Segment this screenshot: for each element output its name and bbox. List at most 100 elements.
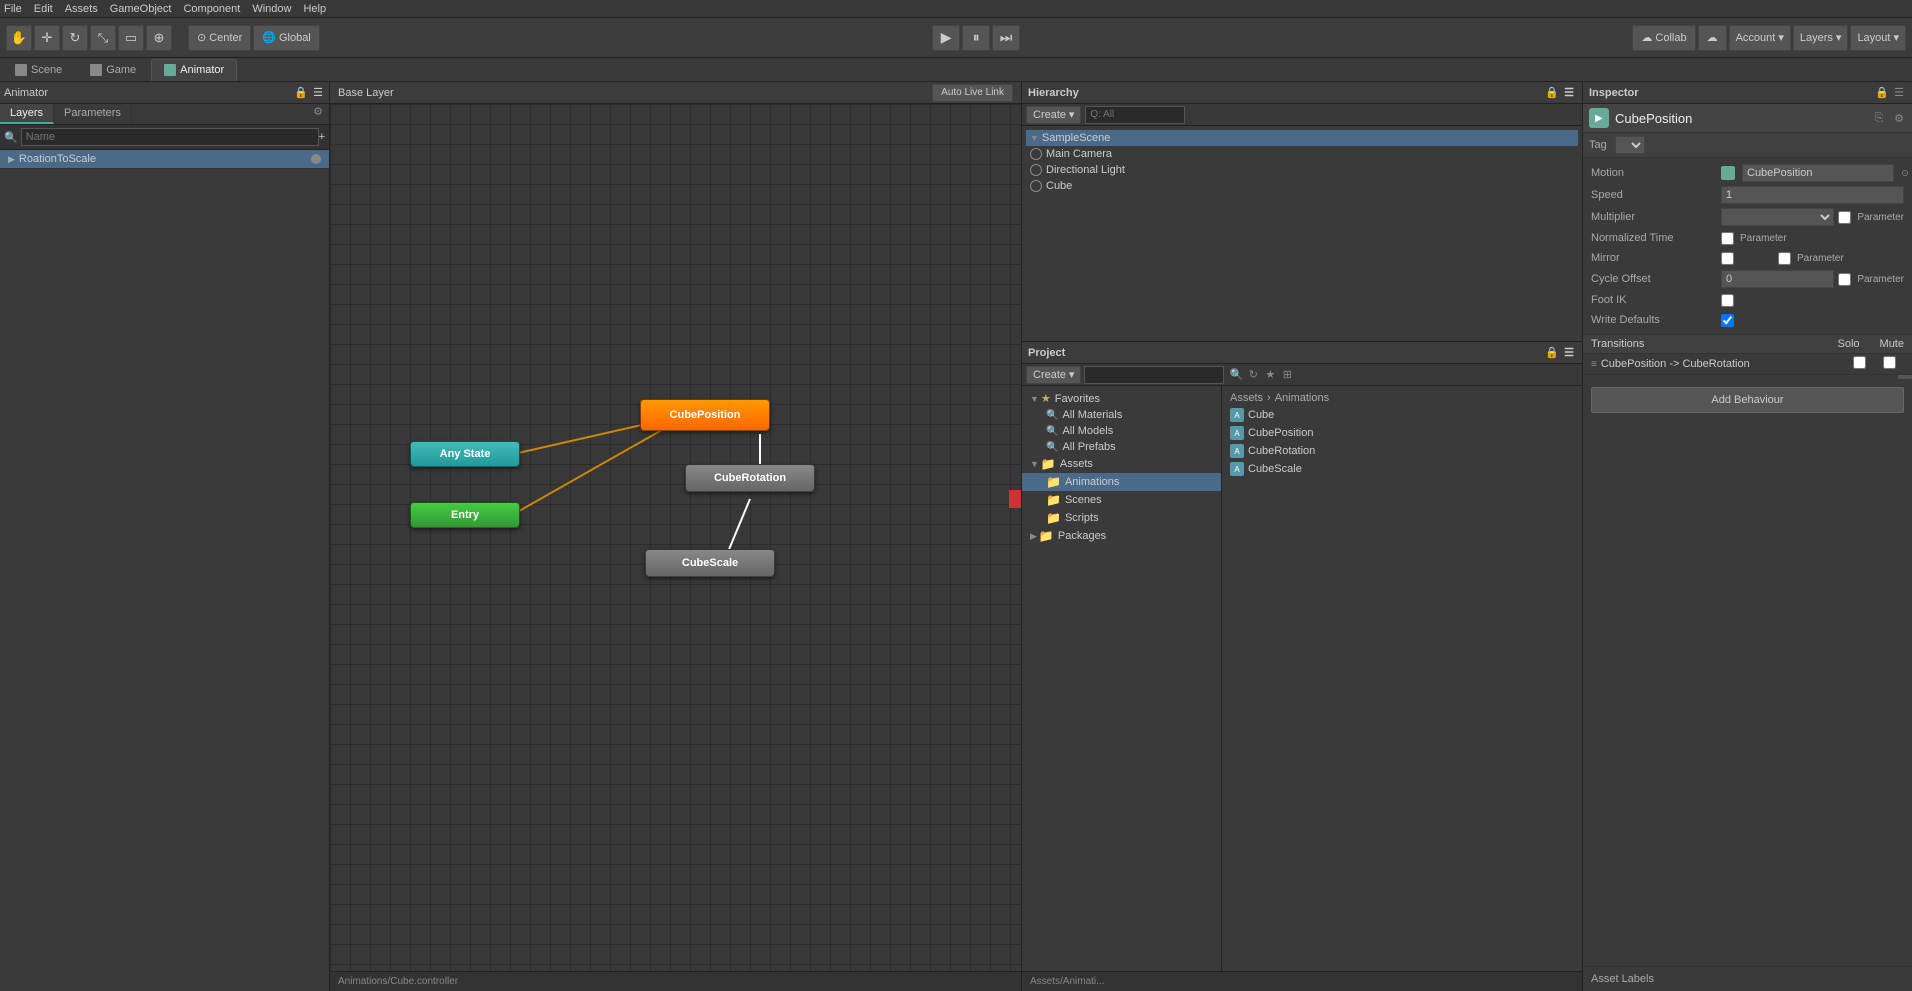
- collab-btn[interactable]: ☁ Collab: [1632, 25, 1695, 51]
- menu-file[interactable]: File: [4, 3, 22, 15]
- hierarchy-search-input[interactable]: [1085, 106, 1185, 124]
- normalized-time-checkbox[interactable]: [1721, 232, 1734, 245]
- inspector-menu-btn[interactable]: ☰: [1892, 86, 1906, 100]
- file-cubescale[interactable]: A CubeScale: [1226, 460, 1578, 478]
- tree-scenes[interactable]: 📁 Scenes: [1022, 491, 1221, 509]
- tree-all-prefabs[interactable]: 🔍 All Prefabs: [1022, 439, 1221, 455]
- layout-dropdown[interactable]: Layout ▾: [1850, 25, 1906, 51]
- tag-dropdown[interactable]: [1615, 136, 1645, 154]
- hier-item-maincamera[interactable]: Main Camera: [1026, 146, 1578, 162]
- tool-rotate[interactable]: ↻: [62, 25, 88, 51]
- project-menu-btn[interactable]: ☰: [1562, 346, 1576, 360]
- file-cuberotation[interactable]: A CubeRotation: [1226, 442, 1578, 460]
- scene-tab-icon: [15, 64, 27, 76]
- menu-window[interactable]: Window: [252, 3, 291, 15]
- node-any-state[interactable]: Any State: [410, 441, 520, 467]
- inspector-lock-btn[interactable]: 🔒: [1875, 86, 1889, 100]
- menu-edit[interactable]: Edit: [34, 3, 53, 15]
- tab-animator[interactable]: Animator: [151, 59, 237, 81]
- tool-rect[interactable]: ▭: [118, 25, 144, 51]
- tab-scene[interactable]: Scene: [2, 59, 75, 81]
- node-entry[interactable]: Entry: [410, 502, 520, 528]
- tool-hand[interactable]: ✋: [6, 25, 32, 51]
- inspector-gear-btn[interactable]: ⚙: [1892, 111, 1906, 125]
- multiplier-dropdown[interactable]: [1721, 208, 1834, 226]
- inspector-multiplier-row: Multiplier Parameter: [1583, 206, 1912, 228]
- motion-input[interactable]: [1742, 164, 1894, 182]
- project-expand-btn[interactable]: ⊞: [1280, 368, 1294, 382]
- auto-live-link-btn[interactable]: Auto Live Link: [932, 84, 1013, 102]
- hierarchy-lock-btn[interactable]: 🔒: [1545, 86, 1559, 100]
- speed-input[interactable]: [1721, 186, 1904, 204]
- layer-item-roationtoscale[interactable]: ▶ RoationToScale: [0, 150, 329, 169]
- cycle-offset-input[interactable]: [1721, 270, 1834, 288]
- animator-add-layer-btn[interactable]: +: [319, 131, 325, 143]
- menu-component[interactable]: Component: [183, 3, 240, 15]
- pivot-center-btn[interactable]: ⊙ Center: [188, 25, 251, 51]
- project-star-btn[interactable]: ★: [1263, 368, 1277, 382]
- menu-assets[interactable]: Assets: [65, 3, 98, 15]
- tool-transform[interactable]: ⊕: [146, 25, 172, 51]
- project-refresh-btn[interactable]: ↻: [1246, 368, 1260, 382]
- foot-ik-checkbox[interactable]: [1721, 294, 1734, 307]
- tool-move[interactable]: ✛: [34, 25, 60, 51]
- multiplier-param-checkbox[interactable]: [1838, 211, 1851, 224]
- node-cubescale[interactable]: CubeScale: [645, 549, 775, 577]
- animator-settings-btn[interactable]: ⚙: [311, 104, 325, 118]
- inspector-foot-ik-row: Foot IK: [1583, 290, 1912, 310]
- project-search-icon[interactable]: 🔍: [1229, 368, 1243, 382]
- transition-item[interactable]: ≡ CubePosition -> CubeRotation: [1583, 354, 1912, 375]
- animator-tab-parameters[interactable]: Parameters: [54, 104, 132, 124]
- pause-btn[interactable]: ⏸: [962, 25, 990, 51]
- project-create-btn[interactable]: Create ▾: [1026, 366, 1081, 384]
- tree-favorites[interactable]: ▼ ★ Favorites: [1022, 390, 1221, 407]
- cube-hier-name: Cube: [1046, 180, 1072, 192]
- animator-panel-header: Animator 🔒 ☰: [0, 82, 329, 104]
- animator-lock-btn[interactable]: 🔒: [294, 86, 308, 100]
- file-cube[interactable]: A Cube: [1226, 406, 1578, 424]
- inspector-copy-btn[interactable]: ⎘: [1872, 111, 1886, 125]
- account-dropdown[interactable]: Account ▾: [1729, 25, 1791, 51]
- animator-tab-layers[interactable]: Layers: [0, 104, 54, 124]
- animator-search-input[interactable]: [21, 128, 319, 146]
- camera-name: Main Camera: [1046, 148, 1112, 160]
- tree-animations[interactable]: 📁 Animations: [1022, 473, 1221, 491]
- tree-assets[interactable]: ▼ 📁 Assets: [1022, 455, 1221, 473]
- scene-name: SampleScene: [1042, 132, 1111, 144]
- node-cubeposition[interactable]: CubePosition: [640, 399, 770, 431]
- pivot-global-btn[interactable]: 🌐 Global: [253, 25, 320, 51]
- mirror-param-checkbox[interactable]: [1778, 252, 1791, 265]
- write-defaults-checkbox[interactable]: [1721, 314, 1734, 327]
- tree-all-materials[interactable]: 🔍 All Materials: [1022, 407, 1221, 423]
- hier-item-samplescene[interactable]: ▼ SampleScene: [1026, 130, 1578, 146]
- play-btn[interactable]: ▶: [932, 25, 960, 51]
- project-lock-btn[interactable]: 🔒: [1545, 346, 1559, 360]
- hierarchy-menu-btn[interactable]: ☰: [1562, 86, 1576, 100]
- animator-menu-btn[interactable]: ☰: [311, 86, 325, 100]
- assets-breadcrumb[interactable]: Assets: [1230, 392, 1263, 404]
- animator-canvas[interactable]: CubePosition Any State Entry CubeRotatio…: [330, 104, 1021, 971]
- assets-folder-icon: 📁: [1041, 457, 1056, 471]
- node-cuberotation[interactable]: CubeRotation: [685, 464, 815, 492]
- project-search-input[interactable]: [1084, 366, 1224, 384]
- motion-select-btn[interactable]: ⊙: [1898, 166, 1912, 180]
- tree-scripts[interactable]: 📁 Scripts: [1022, 509, 1221, 527]
- hier-item-directionallight[interactable]: Directional Light: [1026, 162, 1578, 178]
- add-behaviour-btn[interactable]: Add Behaviour: [1591, 387, 1904, 413]
- hierarchy-create-btn[interactable]: Create ▾: [1026, 106, 1081, 124]
- menu-help[interactable]: Help: [303, 3, 326, 15]
- mirror-checkbox[interactable]: [1721, 252, 1734, 265]
- tree-packages[interactable]: ▶ 📁 Packages: [1022, 527, 1221, 545]
- cycle-offset-param-checkbox[interactable]: [1838, 273, 1851, 286]
- tree-all-models[interactable]: 🔍 All Models: [1022, 423, 1221, 439]
- transitions-scrollbar[interactable]: [1898, 375, 1912, 379]
- layers-dropdown[interactable]: Layers ▾: [1793, 25, 1849, 51]
- menu-gameobject[interactable]: GameObject: [110, 3, 172, 15]
- tab-game[interactable]: Game: [77, 59, 149, 81]
- hier-item-cube[interactable]: Cube: [1026, 178, 1578, 194]
- file-cubeposition[interactable]: A CubePosition: [1226, 424, 1578, 442]
- tool-scale[interactable]: ⤡: [90, 25, 116, 51]
- step-btn[interactable]: ⏭: [992, 25, 1020, 51]
- animations-breadcrumb[interactable]: Animations: [1275, 392, 1329, 404]
- cloud-btn[interactable]: ☁: [1698, 25, 1727, 51]
